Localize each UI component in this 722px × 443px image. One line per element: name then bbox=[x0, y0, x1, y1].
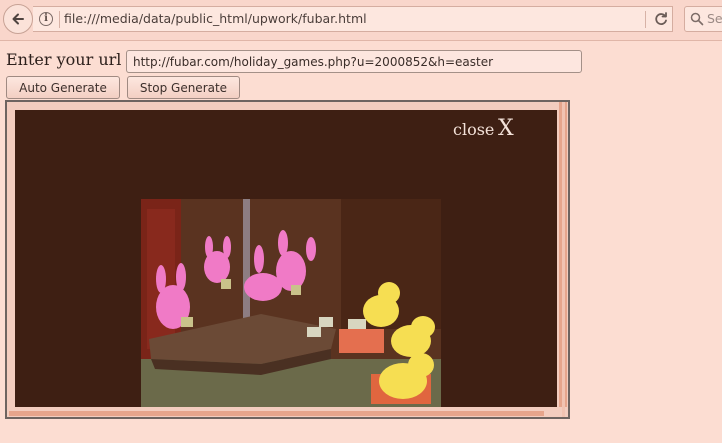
content-frame: close X bbox=[5, 100, 570, 419]
reload-icon[interactable] bbox=[653, 11, 669, 27]
stop-generate-button[interactable]: Stop Generate bbox=[127, 76, 240, 99]
vertical-scrollbar-track[interactable] bbox=[562, 102, 565, 417]
search-bar[interactable]: Se bbox=[684, 6, 722, 32]
horizontal-scrollbar[interactable] bbox=[9, 411, 544, 416]
address-url[interactable]: file:///media/data/public_html/upwork/fu… bbox=[64, 11, 367, 26]
address-separator bbox=[59, 11, 60, 28]
browser-toolbar: i file:///media/data/public_html/upwork/… bbox=[0, 0, 722, 41]
back-button[interactable] bbox=[3, 4, 33, 34]
address-bar[interactable]: i file:///media/data/public_html/upwork/… bbox=[33, 6, 673, 32]
peeps-easter-diorama-image bbox=[141, 199, 441, 407]
close-button[interactable]: X bbox=[498, 116, 514, 141]
back-arrow-icon bbox=[12, 13, 24, 25]
url-label: Enter your url bbox=[6, 50, 122, 69]
info-icon[interactable]: i bbox=[39, 12, 53, 26]
search-icon bbox=[690, 12, 704, 26]
peeps-photo bbox=[141, 199, 441, 407]
auto-generate-button[interactable]: Auto Generate bbox=[6, 76, 120, 99]
url-input[interactable] bbox=[126, 50, 582, 73]
search-placeholder: Se bbox=[707, 11, 722, 26]
reload-separator bbox=[645, 11, 646, 28]
popup-dialog: close X bbox=[15, 110, 557, 407]
close-label[interactable]: close bbox=[453, 120, 494, 139]
